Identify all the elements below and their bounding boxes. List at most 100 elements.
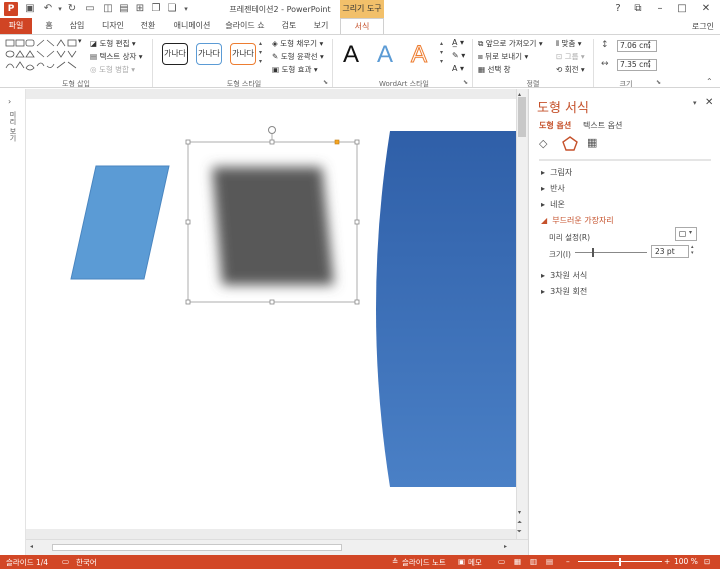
comments-button[interactable]: 메모: [468, 557, 482, 568]
fit-to-window-icon[interactable]: ⊡: [704, 557, 710, 566]
notes-button[interactable]: 슬라이드 노트: [402, 557, 446, 568]
zoom-in-icon[interactable]: +: [664, 557, 670, 566]
language-indicator[interactable]: 한국어: [76, 557, 97, 568]
selection-pane-button[interactable]: ▦ 선택 창: [478, 64, 511, 75]
rotate-handle[interactable]: [268, 126, 276, 134]
text-outline-icon[interactable]: ✎ ▾: [452, 51, 465, 60]
effects-pentagon-icon[interactable]: [561, 135, 579, 153]
align-button[interactable]: ⫴ 맞춤 ▾: [556, 38, 582, 49]
section-soft-edges[interactable]: ◢ 부드러운 가장자리: [541, 215, 614, 226]
tab-file[interactable]: 파일: [0, 18, 32, 34]
slide-sorter-icon[interactable]: ▦: [514, 557, 521, 566]
shape-effects-button[interactable]: ▣ 도형 효과 ▾: [272, 64, 318, 75]
ungroup-icon[interactable]: ❏: [166, 3, 178, 15]
pane-options-icon[interactable]: ▾: [693, 99, 697, 107]
minimize-icon[interactable]: –: [650, 2, 670, 16]
shape-outline-button[interactable]: ✎ 도형 윤곽선 ▾: [272, 51, 324, 62]
language-icon[interactable]: ▭: [62, 557, 69, 566]
section-reflection[interactable]: ▸ 반사: [541, 183, 565, 194]
size-slider-track[interactable]: [575, 252, 647, 253]
maximize-icon[interactable]: □: [672, 2, 692, 16]
wordart-style-2[interactable]: A: [377, 41, 393, 69]
redo-icon[interactable]: ↻: [66, 3, 78, 15]
comments-icon[interactable]: ▣: [458, 557, 465, 566]
size-properties-icon[interactable]: ▦: [587, 136, 597, 149]
tab-home[interactable]: 홈: [38, 18, 60, 34]
preset-dropdown[interactable]: ▾: [675, 227, 697, 241]
start-from-beginning-icon[interactable]: ▭: [84, 3, 96, 15]
size-slider-thumb[interactable]: [591, 248, 594, 257]
tab-format[interactable]: 서식: [340, 18, 384, 34]
text-fill-icon[interactable]: A̲ ▾: [452, 38, 464, 47]
tab-animations[interactable]: 애니메이션: [168, 18, 216, 34]
pane-close-icon[interactable]: ✕: [705, 97, 713, 108]
bring-forward-button[interactable]: ⧉ 앞으로 가져오기 ▾: [478, 38, 543, 49]
parallelogram-shape[interactable]: [70, 165, 170, 280]
undo-icon[interactable]: ↶: [42, 3, 54, 15]
fill-line-icon[interactable]: ◇: [539, 137, 547, 150]
tab-transitions[interactable]: 전환: [134, 18, 162, 34]
text-box-button[interactable]: ▤ 텍스트 상자 ▾: [90, 51, 143, 62]
wordart-style-1[interactable]: A: [343, 41, 359, 69]
shapes-gallery[interactable]: [4, 38, 84, 74]
expand-thumbnails-icon[interactable]: ›: [8, 97, 11, 106]
login-link[interactable]: 로그인: [692, 21, 714, 32]
tab-insert[interactable]: 삽입: [64, 18, 90, 34]
soft-edge-parallelogram-shape[interactable]: [212, 167, 334, 285]
vertical-scrollbar[interactable]: ▴ ▾ ⏶ ⏷: [516, 89, 527, 539]
close-window-icon[interactable]: ✕: [696, 2, 716, 16]
height-spinner-icon[interactable]: ▴ ▾: [648, 39, 651, 51]
size-launcher-icon[interactable]: ⬊: [656, 79, 661, 86]
section-3d-format[interactable]: ▸ 3차원 서식: [541, 270, 587, 281]
curved-gradient-shape[interactable]: [376, 131, 516, 487]
edit-shape-button[interactable]: ◪ 도형 편집 ▾: [90, 38, 136, 49]
tab-shape-options[interactable]: 도형 옵션: [539, 120, 571, 131]
horizontal-scrollbar[interactable]: ◂ ▸: [26, 539, 528, 555]
reading-view-icon[interactable]: ▥: [530, 557, 537, 566]
notes-icon[interactable]: ≙: [392, 557, 398, 566]
thumbnail-strip-collapsed[interactable]: › 미리 보기: [0, 89, 26, 555]
size-input[interactable]: 23 pt: [651, 245, 689, 258]
shape-style-preset-1[interactable]: 가나다: [162, 43, 188, 65]
customize-qat-icon[interactable]: ▾: [180, 3, 192, 15]
shape-icon[interactable]: ◫: [102, 3, 114, 15]
zoom-level[interactable]: 100 %: [674, 557, 698, 566]
shape-style-preset-2[interactable]: 가나다: [196, 43, 222, 65]
section-shadow[interactable]: ▸ 그림자: [541, 167, 572, 178]
shape-style-scroll-icon[interactable]: ▴ ▾ ▾: [259, 39, 262, 66]
wordart-scroll-icon[interactable]: ▴ ▾ ▾: [440, 39, 443, 66]
undo-dropdown-icon[interactable]: ▾: [54, 3, 66, 15]
size-spinner-icon[interactable]: ▴ ▾: [691, 244, 694, 256]
collapse-ribbon-icon[interactable]: ⌃: [706, 77, 713, 86]
save-icon[interactable]: ▣: [24, 3, 36, 15]
zoom-slider-thumb[interactable]: [619, 558, 621, 566]
width-input[interactable]: 7.35 cm: [617, 59, 657, 71]
scroll-down-icon[interactable]: ▾: [518, 509, 521, 516]
text-effects-icon[interactable]: A ▾: [452, 64, 464, 73]
shape-fill-button[interactable]: ◈ 도형 채우기 ▾: [272, 38, 323, 49]
rotate-button[interactable]: ⟲ 회전 ▾: [556, 64, 585, 75]
slide-editing-area[interactable]: [26, 89, 528, 539]
section-3d-rotation[interactable]: ▸ 3차원 회전: [541, 286, 587, 297]
normal-view-icon[interactable]: ▭: [498, 557, 505, 566]
section-glow[interactable]: ▸ 네온: [541, 199, 565, 210]
merge-shapes-button[interactable]: ◎ 도형 병합 ▾: [90, 64, 135, 75]
shape-style-preset-3[interactable]: 가나다: [230, 43, 256, 65]
shapes-more-icon[interactable]: ▾: [78, 37, 82, 45]
ribbon-display-icon[interactable]: ⧉: [628, 2, 648, 16]
group-button[interactable]: ⊡ 그룹 ▾: [556, 51, 585, 62]
slideshow-view-icon[interactable]: ▤: [546, 557, 553, 566]
tab-review[interactable]: 검토: [276, 18, 302, 34]
next-slide-icon[interactable]: ⏷: [517, 528, 522, 536]
scroll-right-icon[interactable]: ▸: [504, 543, 507, 550]
width-spinner-icon[interactable]: ▴ ▾: [648, 58, 651, 70]
wordart-style-3[interactable]: A: [410, 41, 427, 69]
tab-slideshow[interactable]: 슬라이드 쇼: [222, 18, 268, 34]
height-input[interactable]: 7.06 cm: [617, 40, 657, 52]
draw-table-icon[interactable]: ⊞: [134, 3, 146, 15]
powerpoint-logo-icon[interactable]: P: [4, 2, 18, 16]
touch-mode-icon[interactable]: ▤: [118, 3, 130, 15]
scroll-left-icon[interactable]: ◂: [30, 543, 33, 550]
vertical-scroll-thumb[interactable]: [518, 97, 526, 137]
horizontal-scroll-thumb[interactable]: [52, 544, 342, 551]
